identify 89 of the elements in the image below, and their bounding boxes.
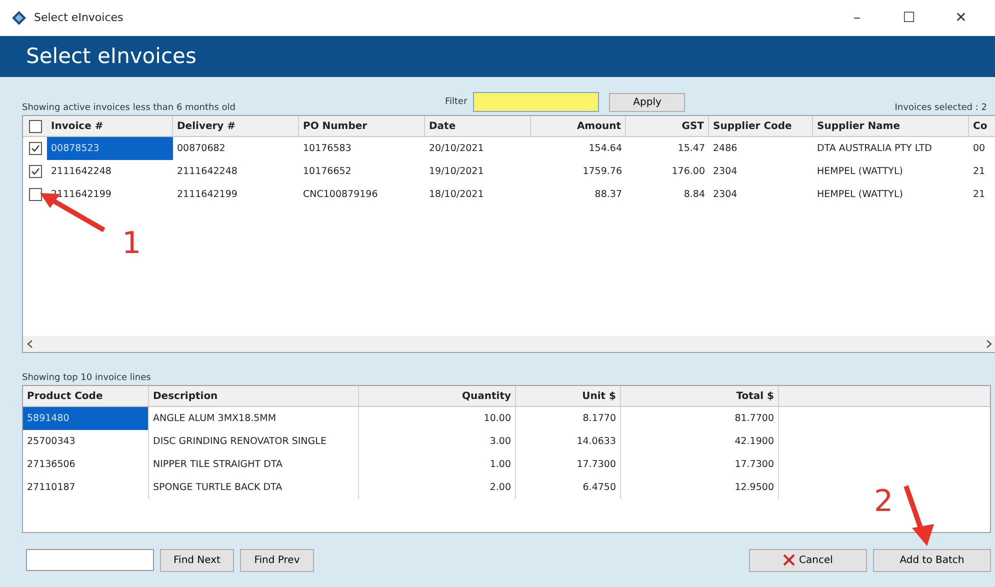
table-cell: 5891480 [23, 407, 149, 430]
table-cell: SPONGE TURTLE BACK DTA [149, 476, 359, 499]
table-cell-text: 2111642248 [176, 165, 238, 179]
table-cell: 42.1900 [621, 430, 779, 453]
column-header[interactable]: PO Number [299, 116, 425, 136]
window-title: Select eInvoices [34, 11, 124, 24]
checkbox[interactable] [28, 120, 42, 132]
checkbox[interactable] [28, 165, 42, 178]
table-cell-text: 2486 [712, 142, 738, 156]
cancel-button[interactable]: Cancel [749, 548, 867, 572]
table-cell: 10.00 [359, 407, 516, 430]
column-header[interactable]: Unit $ [516, 386, 621, 406]
window-control-button[interactable]: ☐ [887, 8, 931, 27]
table-cell-text: 2304 [712, 165, 738, 179]
filter-field[interactable] [473, 92, 600, 112]
header-title: Select eInvoices [26, 44, 196, 68]
table-cell: 3.00 [359, 430, 516, 453]
table-cell-text: 2111642199 [176, 188, 238, 202]
table-cell: 6.4750 [516, 476, 621, 499]
column-header[interactable]: Date [425, 116, 531, 136]
invoices-caption: Showing active invoices less than 6 months old [22, 103, 236, 113]
table-cell: 17.7300 [621, 453, 779, 476]
table-cell-text: HEMPEL (WATTYL) [816, 165, 904, 179]
app-logo-icon [12, 10, 26, 25]
scroll-left-icon[interactable] [27, 340, 33, 348]
column-header[interactable]: GST [626, 116, 709, 136]
table-cell: 2.00 [359, 476, 516, 499]
table-cell-text: 8.84 [682, 188, 706, 202]
table-cell: 17.7300 [516, 453, 621, 476]
find-next-button[interactable]: Find Next [160, 548, 234, 572]
table-cell-text: 21 [972, 165, 986, 179]
table-cell-text: 154.64 [588, 142, 623, 156]
close-icon [783, 554, 796, 566]
table-cell: 25700343 [23, 430, 149, 453]
table-cell-text: 10176652 [302, 165, 352, 179]
window-control-button[interactable]: ✕ [939, 8, 983, 27]
table-cell: 1.00 [359, 453, 516, 476]
find-prev-button[interactable]: Find Prev [240, 548, 314, 572]
table-cell-text: 18/10/2021 [428, 188, 485, 202]
lines-caption: Showing top 10 invoice lines [22, 373, 151, 383]
selected-count: Invoices selected : 2 [894, 103, 987, 113]
column-header[interactable]: Invoice # [47, 116, 173, 136]
column-header[interactable]: Delivery # [173, 116, 299, 136]
table-cell-text: 21 [972, 188, 986, 202]
window-control-button[interactable]: – [835, 8, 879, 27]
annotation-number: 2 [874, 484, 894, 519]
column-header[interactable]: Supplier Code [709, 116, 813, 136]
table-cell-text: 2111642248 [50, 165, 112, 179]
apply-button[interactable]: Apply [609, 92, 686, 112]
table-cell-text: CNC100879196 [302, 188, 379, 202]
table-cell-text: HEMPEL (WATTYL) [816, 188, 904, 202]
checkbox[interactable] [28, 142, 42, 155]
table-cell: DISC GRINDING RENOVATOR SINGLE [149, 430, 359, 453]
table-cell-text: 00 [972, 142, 986, 156]
checkbox[interactable] [28, 188, 42, 201]
table-cell-text: 19/10/2021 [428, 165, 485, 179]
table-cell: NIPPER TILE STRAIGHT DTA [149, 453, 359, 476]
table-cell: 14.0633 [516, 430, 621, 453]
find-field[interactable] [26, 549, 154, 571]
table-cell: 12.9500 [621, 476, 779, 499]
annotation-number: 1 [122, 226, 142, 261]
horizontal-scrollbar[interactable] [23, 336, 995, 352]
table-cell: 27110187 [23, 476, 149, 499]
table-cell-text: 10176583 [302, 142, 352, 156]
table-cell-text: 2111642199 [50, 188, 112, 202]
column-header[interactable]: Co [969, 116, 995, 136]
filter-label: Filter [445, 97, 468, 107]
table-cell-text: 88.37 [594, 188, 623, 202]
column-header[interactable]: Quantity [359, 386, 516, 406]
annotation-arrow [902, 484, 936, 548]
table-cell: 27136506 [23, 453, 149, 476]
table-cell: 00878523 [47, 137, 173, 160]
table-cell-text: 20/10/2021 [428, 142, 485, 156]
table-cell-text: DTA AUSTRALIA PTY LTD [816, 142, 933, 156]
table-cell-text: 00870682 [176, 142, 226, 156]
table-cell-text: 2304 [712, 188, 738, 202]
column-header[interactable]: Supplier Name [813, 116, 969, 136]
table-cell: 81.7700 [621, 407, 779, 430]
table-cell: ANGLE ALUM 3MX18.5MM [149, 407, 359, 430]
column-header[interactable]: Product Code [23, 386, 149, 406]
column-header[interactable]: Amount [531, 116, 626, 136]
table-cell-text: 176.00 [670, 165, 706, 179]
table-cell: 8.1770 [516, 407, 621, 430]
add-to-batch-button[interactable]: Add to Batch [873, 548, 991, 572]
table-cell-text: 15.47 [676, 142, 706, 156]
column-header[interactable]: Total $ [621, 386, 779, 406]
scroll-right-icon[interactable] [986, 340, 992, 348]
table-cell-text: 1759.76 [582, 165, 623, 179]
column-header[interactable]: Description [149, 386, 359, 406]
